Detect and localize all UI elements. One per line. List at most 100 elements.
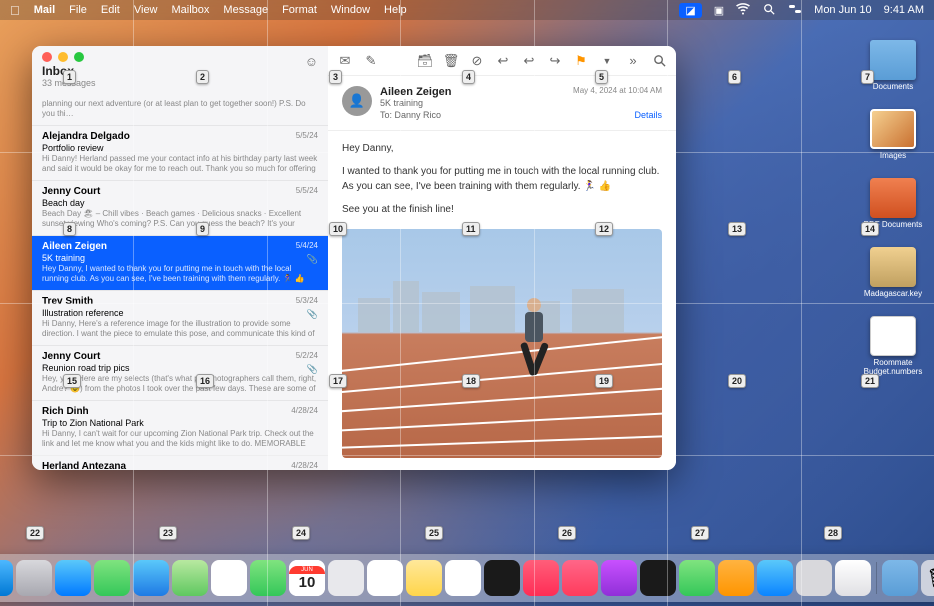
dock-maps[interactable]: [172, 560, 208, 596]
dock-pages[interactable]: [718, 560, 754, 596]
trash-icon[interactable]: 🗑: [444, 54, 458, 68]
voice-control-icon[interactable]: ◪: [679, 3, 701, 18]
message-from: Jenny Court: [42, 351, 318, 362]
spotlight-icon[interactable]: [762, 3, 776, 18]
mailbox-count: 33 messages: [42, 78, 318, 88]
menubar-date[interactable]: Mon Jun 10: [814, 4, 871, 16]
menu-mailbox[interactable]: Mailbox: [172, 4, 210, 16]
menu-edit[interactable]: Edit: [101, 4, 120, 16]
dock-tv[interactable]: [484, 560, 520, 596]
more-icon[interactable]: »: [626, 54, 640, 68]
message-item[interactable]: planning our next adventure (or at least…: [32, 94, 328, 126]
details-link[interactable]: Details: [634, 110, 662, 120]
grid-number: 17: [329, 374, 347, 388]
dock-downloads[interactable]: [882, 560, 918, 596]
grid-number: 6: [728, 70, 741, 84]
dock-finder[interactable]: [0, 560, 13, 596]
dock-iphone-mirroring[interactable]: [835, 560, 871, 596]
desktop-label: Madagascar.key: [858, 289, 928, 298]
compose-icon[interactable]: ✎: [364, 54, 378, 68]
desktop-thumb: [870, 178, 916, 218]
dock-stocks[interactable]: [640, 560, 676, 596]
desktop-item[interactable]: Madagascar.key: [858, 247, 928, 298]
attachment-image[interactable]: [342, 229, 662, 458]
dock-contacts[interactable]: [328, 560, 364, 596]
dock-calendar[interactable]: JUN10: [289, 560, 325, 596]
envelope-icon[interactable]: ✉: [338, 54, 352, 68]
menubar-time[interactable]: 9:41 AM: [884, 4, 924, 16]
message-list: Inbox 33 messages ☺ planning our next ad…: [32, 46, 328, 470]
forward-icon[interactable]: ↪: [548, 54, 562, 68]
message-item[interactable]: Jenny Court5/5/24Beach dayBeach Day 🏖 – …: [32, 181, 328, 236]
mail-window: Inbox 33 messages ☺ planning our next ad…: [32, 46, 676, 470]
filter-icon[interactable]: ☺: [305, 54, 318, 69]
desktop-label: Images: [858, 151, 928, 160]
reply-all-icon[interactable]: ↩: [522, 54, 536, 68]
menu-window[interactable]: Window: [331, 4, 370, 16]
grid-number: 20: [728, 374, 746, 388]
menu-view[interactable]: View: [134, 4, 158, 16]
grid-number: 13: [728, 222, 746, 236]
attachment-icon: 📎: [307, 309, 318, 320]
dock-music[interactable]: [523, 560, 559, 596]
message-date: 5/5/24: [296, 131, 318, 140]
dock-reminders[interactable]: [367, 560, 403, 596]
message-preview: Hey Danny, I wanted to thank you for put…: [42, 264, 318, 284]
dock-notes[interactable]: [406, 560, 442, 596]
message-date: 4/28/24: [291, 461, 318, 470]
message-preview: Beach Day 🏖 – Chill vibes · Beach games …: [42, 209, 318, 229]
chevron-down-icon[interactable]: ▼: [600, 54, 614, 68]
desktop-thumb: [870, 109, 916, 149]
reply-icon[interactable]: ↩: [496, 54, 510, 68]
dock-appstore[interactable]: [757, 560, 793, 596]
close-button[interactable]: [42, 52, 52, 62]
message-item[interactable]: Rich Dinh4/28/24Trip to Zion National Pa…: [32, 401, 328, 456]
grid-number: 18: [462, 374, 480, 388]
grid-number: 2: [196, 70, 209, 84]
dock: JUN10 🗑: [0, 554, 934, 602]
menu-format[interactable]: Format: [282, 4, 317, 16]
search-icon[interactable]: [652, 54, 666, 68]
flag-icon[interactable]: ⚑: [574, 54, 588, 68]
dock-facetime[interactable]: [250, 560, 286, 596]
dock-settings[interactable]: [796, 560, 832, 596]
grid-number: 22: [26, 526, 44, 540]
header-subject: 5K training: [380, 98, 662, 108]
dock-mail[interactable]: [133, 560, 169, 596]
grid-number: 4: [462, 70, 475, 84]
menu-message[interactable]: Message: [223, 4, 268, 16]
dock-messages[interactable]: [94, 560, 130, 596]
dock-freeform[interactable]: [445, 560, 481, 596]
dock-numbers[interactable]: [679, 560, 715, 596]
zoom-button[interactable]: [74, 52, 84, 62]
desktop-item[interactable]: Roommate Budget.numbers: [858, 316, 928, 376]
attachment-icon: 📎: [307, 364, 318, 375]
grid-number: 27: [691, 526, 709, 540]
grid-number: 9: [196, 222, 209, 236]
dock-trash[interactable]: 🗑: [921, 560, 934, 596]
message-item[interactable]: Alejandra Delgado5/5/24Portfolio reviewH…: [32, 126, 328, 181]
desktop-item[interactable]: Images: [858, 109, 928, 160]
dock-launchpad[interactable]: [16, 560, 52, 596]
app-name[interactable]: Mail: [34, 4, 55, 16]
dock-news[interactable]: [562, 560, 598, 596]
screen-mirroring-icon[interactable]: ▣: [714, 4, 724, 17]
wifi-icon[interactable]: [736, 3, 750, 18]
sender-avatar[interactable]: 👤: [342, 86, 372, 116]
menu-file[interactable]: File: [69, 4, 87, 16]
apple-menu[interactable]: : [10, 3, 20, 18]
dock-photos[interactable]: [211, 560, 247, 596]
dock-podcasts[interactable]: [601, 560, 637, 596]
menu-help[interactable]: Help: [384, 4, 407, 16]
message-item[interactable]: Trev Smith5/3/24📎Illustration referenceH…: [32, 291, 328, 346]
menubar:  Mail File Edit View Mailbox Message Fo…: [0, 0, 934, 20]
message-subject: Portfolio review: [42, 143, 318, 153]
dock-safari[interactable]: [55, 560, 91, 596]
grid-number: 21: [861, 374, 879, 388]
junk-icon[interactable]: ⊘: [470, 54, 484, 68]
message-item[interactable]: Aileen Zeigen5/4/24📎5K trainingHey Danny…: [32, 236, 328, 291]
archive-icon[interactable]: 🗃: [418, 54, 432, 68]
minimize-button[interactable]: [58, 52, 68, 62]
control-center-icon[interactable]: [788, 3, 802, 18]
message-item[interactable]: Herland Antezana4/28/24📎ResumeI've attac…: [32, 456, 328, 470]
